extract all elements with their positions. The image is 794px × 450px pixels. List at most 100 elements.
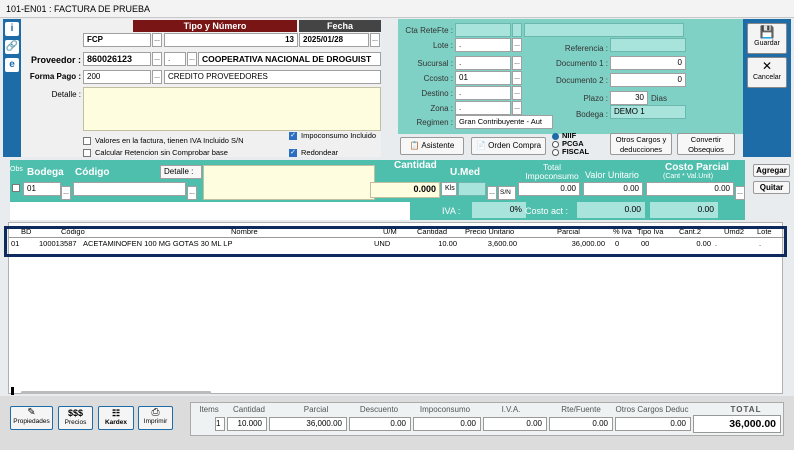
bodega-entry-field[interactable]: 01 bbox=[23, 182, 61, 196]
cta-retefte-desc bbox=[524, 23, 684, 37]
redondear-row: ✓ Redondear bbox=[289, 148, 338, 158]
e-icon[interactable]: e bbox=[5, 58, 19, 72]
umed-entry-field-2[interactable] bbox=[458, 182, 486, 196]
grand-total-value: 36,000.00 bbox=[693, 415, 781, 433]
detalle-entry-field[interactable] bbox=[203, 165, 375, 200]
costo-parcial-lookup[interactable]: ... bbox=[735, 186, 745, 200]
cta-retefte-label: Cta ReteFte : bbox=[405, 26, 453, 35]
doc2-field[interactable]: 0 bbox=[610, 73, 686, 87]
impoconsumo-checkbox[interactable]: ✓ bbox=[289, 132, 297, 141]
rte-total-value: 0.00 bbox=[549, 417, 613, 431]
propiedades-button[interactable]: ✎ Propiedades bbox=[10, 406, 53, 430]
guardar-button[interactable]: 💾 Guardar bbox=[747, 23, 787, 54]
codigo-entry-lookup[interactable]: ... bbox=[187, 186, 197, 200]
bodega-entry-lookup[interactable]: ... bbox=[61, 186, 71, 200]
forma-pago-desc-field: CREDITO PROVEEDORES bbox=[164, 70, 381, 84]
lote-field[interactable]: . bbox=[455, 38, 511, 52]
asistente-icon: 📋 bbox=[409, 141, 420, 150]
umed-lookup-button[interactable]: ... bbox=[487, 186, 497, 200]
fiscal-label: FISCAL bbox=[562, 147, 590, 156]
save-icon: 💾 bbox=[759, 25, 775, 39]
fiscal-radio[interactable]: FISCAL bbox=[552, 148, 589, 156]
proveedor-lookup-button[interactable]: ... bbox=[152, 52, 162, 66]
tipo-field[interactable]: FCP bbox=[83, 33, 151, 47]
asistente-button[interactable]: 📋 Asistente bbox=[400, 137, 464, 155]
lote-lookup-button[interactable]: ... bbox=[512, 38, 522, 52]
descuento-total-label: Descuento bbox=[359, 405, 399, 414]
link-icon[interactable]: 🔗 bbox=[5, 40, 19, 54]
propiedades-icon: ✎ bbox=[27, 407, 36, 418]
plazo-field[interactable]: 30 bbox=[610, 91, 648, 105]
costo-parcial-sub-label: (Cant * Val.Unit) bbox=[663, 173, 714, 180]
orden-compra-icon: 📄 bbox=[475, 141, 486, 150]
proveedor-nombre-field[interactable]: COOPERATIVA NACIONAL DE DROGUIST bbox=[198, 52, 381, 66]
otros-total-label: Otros Cargos Deduc bbox=[615, 405, 689, 414]
fecha-picker-button[interactable]: ... bbox=[370, 33, 380, 47]
total-impo-field[interactable]: 0.00 bbox=[518, 182, 580, 196]
fecha-header: Fecha bbox=[299, 20, 381, 32]
tipo-lookup-button[interactable]: ... bbox=[152, 33, 162, 47]
proveedor-label: Proveedor : bbox=[30, 55, 81, 65]
precios-button[interactable]: $$$ Precios bbox=[58, 406, 93, 430]
iva-incluido-checkbox[interactable] bbox=[83, 137, 91, 146]
redondear-checkbox[interactable]: ✓ bbox=[289, 149, 297, 158]
horizontal-scrollbar[interactable] bbox=[21, 391, 211, 394]
forma-pago-lookup-button[interactable]: ... bbox=[152, 70, 162, 84]
referencia-field[interactable] bbox=[610, 38, 686, 52]
umed-entry-field[interactable]: Kls bbox=[441, 182, 457, 196]
parcial-total-value: 36,000.00 bbox=[269, 417, 347, 431]
sucursal-field-lookup[interactable]: ... bbox=[512, 56, 522, 70]
zona-field[interactable]: . bbox=[455, 101, 511, 115]
numero-field[interactable]: 13 bbox=[164, 33, 298, 47]
proveedor-sucursal-field[interactable]: . bbox=[164, 52, 186, 66]
fecha-field[interactable]: 2025/01/28 bbox=[299, 33, 369, 47]
totals-box: Items Cantidad Parcial Descuento Impocon… bbox=[190, 402, 784, 436]
detalle-textarea[interactable] bbox=[83, 87, 381, 131]
precios-label: Precios bbox=[64, 419, 87, 426]
right-toolbar: 💾 Guardar ✕ Cancelar bbox=[743, 19, 791, 157]
cta-retefte-field[interactable] bbox=[455, 23, 511, 37]
quitar-button[interactable]: Quitar bbox=[753, 181, 790, 194]
bodega-field[interactable]: DEMO 1 bbox=[610, 105, 686, 119]
cancelar-button[interactable]: ✕ Cancelar bbox=[747, 57, 787, 88]
otros-cargos-button[interactable]: Otros Cargos y deducciones bbox=[610, 133, 672, 155]
forma-pago-label: Forma Pago : bbox=[29, 72, 81, 81]
proveedor-nit-field[interactable]: 860026123 bbox=[83, 52, 151, 66]
costo-act-field-2: 0.00 bbox=[650, 202, 718, 218]
codigo-entry-field[interactable] bbox=[73, 182, 186, 196]
zona-lookup-button[interactable]: ... bbox=[512, 101, 522, 115]
obs-checkbox[interactable] bbox=[12, 184, 20, 192]
plazo-unit: Dias bbox=[651, 94, 668, 103]
kardex-button[interactable]: ☷ Kardex bbox=[98, 406, 134, 430]
sucursal-lookup-button[interactable]: ... bbox=[187, 52, 197, 66]
ccosto-field[interactable]: 01 bbox=[455, 71, 511, 85]
calc-retencion-checkbox[interactable] bbox=[83, 149, 91, 158]
forma-pago-code-field[interactable]: 200 bbox=[83, 70, 151, 84]
cta-retefte-lookup[interactable] bbox=[512, 23, 522, 37]
cantidad-entry-field[interactable]: 0.000 bbox=[370, 182, 440, 198]
info-icon[interactable]: i bbox=[5, 22, 19, 36]
item-entry-panel: Obs Bodega Código Detalle : Cantidad U.M… bbox=[10, 160, 745, 200]
agregar-button[interactable]: Agregar bbox=[753, 164, 790, 177]
imprimir-button[interactable]: ⎙ Imprimir bbox=[138, 406, 173, 430]
ccosto-lookup-button[interactable]: ... bbox=[512, 71, 522, 85]
destino-lookup-button[interactable]: ... bbox=[512, 86, 522, 100]
header-panel: Tipo y Número Fecha FCP ... 13 2025/01/2… bbox=[21, 19, 381, 158]
iva-pct-field[interactable]: 0% bbox=[472, 202, 526, 218]
convertir-obsequios-button[interactable]: Convertir Obsequios bbox=[677, 133, 735, 155]
destino-field[interactable]: . bbox=[455, 86, 511, 100]
asistente-label: Asistente bbox=[421, 141, 455, 150]
cancelar-label: Cancelar bbox=[752, 74, 781, 81]
total-impo-col-label: Total Impoconsumo bbox=[525, 162, 579, 181]
iva-total-label: I.V.A. bbox=[501, 405, 521, 414]
valor-unit-field[interactable]: 0.00 bbox=[583, 182, 643, 196]
sucursal-field[interactable]: . bbox=[455, 56, 511, 70]
otros-total-value: 0.00 bbox=[615, 417, 691, 431]
item-note-field[interactable] bbox=[10, 202, 410, 220]
cantidad-total-value: 10.000 bbox=[227, 417, 267, 431]
kardex-label: Kardex bbox=[104, 419, 128, 426]
orden-compra-button[interactable]: 📄 Orden Compra bbox=[471, 137, 546, 155]
sn-field[interactable]: S/N bbox=[498, 186, 516, 200]
doc1-field[interactable]: 0 bbox=[610, 56, 686, 70]
costo-parcial-col-label: Costo Parcial bbox=[665, 162, 729, 173]
